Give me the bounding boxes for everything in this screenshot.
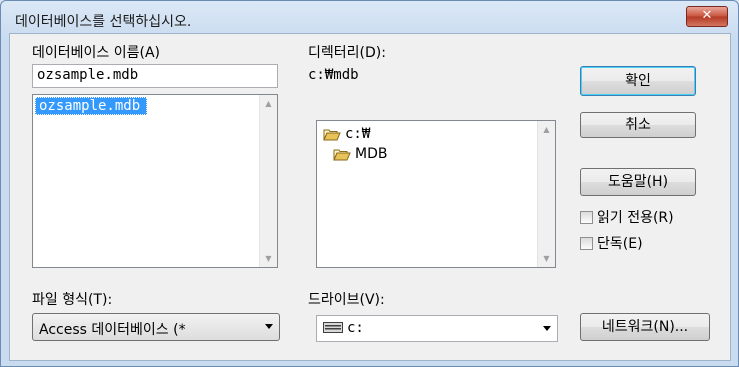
database-name-label: 데이터베이스 이름(A) [32, 45, 160, 61]
tree-item-root[interactable]: c:₩ [323, 126, 370, 142]
directory-scrollbar[interactable]: ▲ ▼ [537, 121, 555, 267]
drive-icon [323, 322, 343, 333]
exclusive-checkbox[interactable]: 단독(E) [580, 233, 643, 253]
tree-item-label: MDB [355, 146, 388, 162]
tree-item-mdb[interactable]: MDB [333, 146, 387, 162]
scroll-up-icon[interactable]: ▲ [538, 121, 555, 138]
file-list-scrollbar[interactable]: ▲ ▼ [259, 95, 277, 267]
checkbox-box[interactable] [580, 210, 593, 224]
scroll-down-icon[interactable]: ▼ [260, 250, 277, 267]
dialog-title: 데이터베이스를 선택하십시오. [15, 14, 192, 30]
database-file-list[interactable]: ozsample.mdb ▲ ▼ [32, 94, 278, 268]
open-folder-icon [333, 149, 351, 160]
title-bar[interactable]: 데이터베이스를 선택하십시오. ✕ [1, 1, 738, 33]
ok-button[interactable]: 확인 [580, 66, 696, 96]
close-button[interactable]: ✕ [686, 6, 728, 27]
file-type-label: 파일 형식(T): [32, 292, 113, 308]
drive-value: c: [347, 320, 364, 336]
file-type-value: Access 데이터베이스 (* [39, 322, 186, 338]
help-button[interactable]: 도움말(H) [580, 168, 696, 196]
tree-item-label: c:₩ [345, 126, 371, 142]
chevron-down-icon [543, 326, 551, 331]
scroll-up-icon[interactable]: ▲ [260, 95, 277, 112]
cancel-button[interactable]: 취소 [580, 112, 696, 138]
directory-label: 디렉터리(D): [308, 45, 386, 61]
file-type-dropdown[interactable]: Access 데이터베이스 (* [32, 313, 280, 341]
list-item[interactable]: ozsample.mdb [35, 97, 148, 115]
network-button[interactable]: 네트워크(N)... [580, 313, 710, 341]
database-name-input[interactable]: ozsample.mdb [32, 64, 278, 88]
exclusive-label: 단독(E) [597, 236, 643, 252]
drive-label: 드라이브(V): [308, 292, 385, 308]
directory-tree[interactable]: c:₩ MDB ▲ ▼ [316, 120, 556, 268]
chevron-down-icon [265, 324, 273, 329]
scroll-down-icon[interactable]: ▼ [538, 250, 555, 267]
dialog-body: 데이터베이스 이름(A) ozsample.mdb ozsample.mdb ▲… [9, 33, 731, 361]
read-only-checkbox[interactable]: 읽기 전용(R) [580, 207, 674, 227]
dialog-window: 데이터베이스를 선택하십시오. ✕ 데이터베이스 이름(A) ozsample.… [0, 0, 739, 367]
read-only-label: 읽기 전용(R) [597, 210, 674, 226]
open-folder-icon [323, 129, 341, 140]
drive-dropdown[interactable]: c: [316, 315, 558, 342]
current-directory: c:₩mdb [308, 67, 359, 83]
checkbox-box[interactable] [580, 236, 593, 250]
